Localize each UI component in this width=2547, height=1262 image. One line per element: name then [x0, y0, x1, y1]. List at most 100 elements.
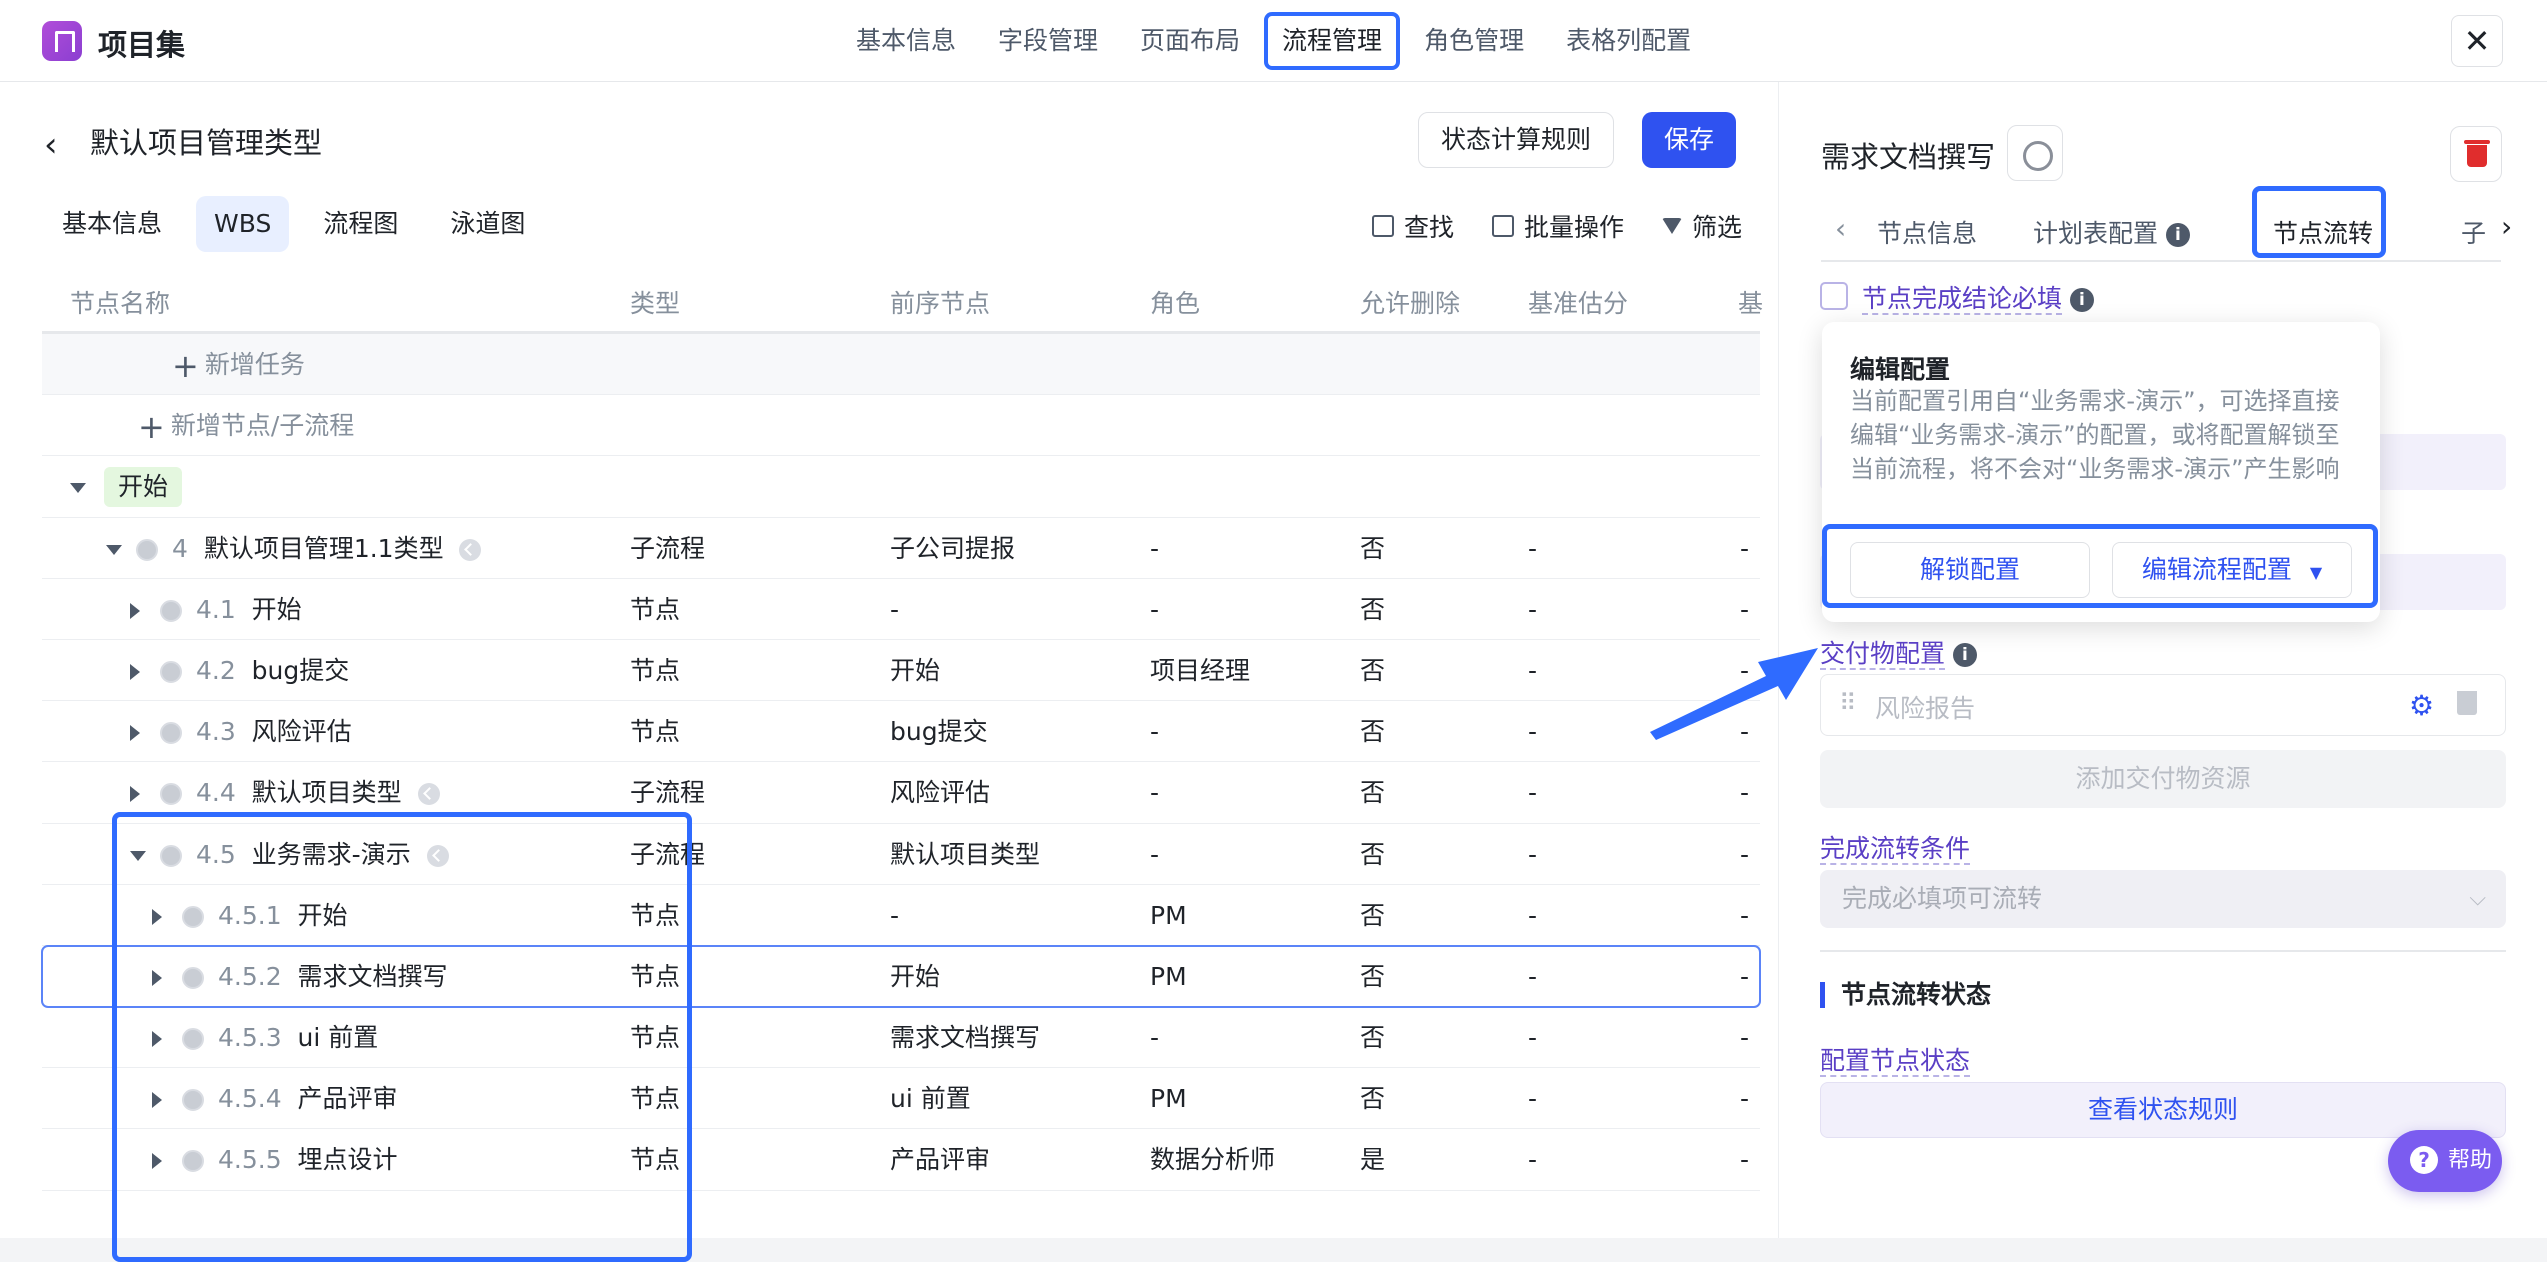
- cell-role: 数据分析师: [1150, 1145, 1276, 1175]
- cell-more: -: [1740, 1023, 1750, 1053]
- find-button[interactable]: 查找: [1371, 208, 1454, 244]
- table-row[interactable]: 4 默认项目管理1.1类型 子流程 子公司提报 - 否 - -: [42, 518, 1760, 579]
- delete-node-icon[interactable]: [2450, 126, 2502, 182]
- subflow-link-icon[interactable]: [459, 538, 482, 561]
- trash-icon[interactable]: [2457, 691, 2477, 715]
- table-row[interactable]: 4.2 bug提交 节点 开始 项目经理否 - -: [42, 640, 1760, 702]
- tab-plan-config[interactable]: 计划表配置 i: [2033, 214, 2190, 250]
- cell-type: 节点: [630, 594, 681, 624]
- close-icon[interactable]: ✕: [2451, 15, 2503, 67]
- node-name[interactable]: bug提交: [252, 656, 350, 685]
- cell-baseline-estimate: -: [1528, 900, 1538, 930]
- gear-icon[interactable]: ⚙: [2409, 689, 2434, 722]
- caret-down-icon[interactable]: [106, 544, 122, 555]
- status-rule-button[interactable]: 状态计算规则: [1418, 112, 1614, 168]
- tab-field-management[interactable]: 字段管理: [980, 12, 1116, 70]
- node-avatar-icon[interactable]: [2007, 125, 2063, 181]
- node-name[interactable]: 默认项目管理1.1类型: [204, 534, 444, 563]
- col-role[interactable]: 角色: [1150, 284, 1200, 320]
- node-number: 4.3: [196, 717, 236, 747]
- col-predecessor[interactable]: 前序节点: [890, 284, 990, 320]
- node-name[interactable]: 默认项目类型: [252, 778, 402, 807]
- subtab-wbs[interactable]: WBS: [196, 196, 290, 252]
- node-name[interactable]: 风险评估: [252, 717, 352, 746]
- drag-handle-icon[interactable]: ⠿: [1839, 689, 1857, 717]
- complete-condition-label[interactable]: 完成流转条件: [1820, 834, 1971, 865]
- tab-page-layout[interactable]: 页面布局: [1122, 12, 1258, 70]
- col-more[interactable]: 基: [1738, 284, 1763, 320]
- cell-allow-delete: 否: [1360, 1084, 1386, 1114]
- col-type[interactable]: 类型: [630, 284, 680, 320]
- cell-type: 节点: [630, 655, 681, 685]
- cell-predecessor: bug提交: [890, 717, 988, 747]
- tab-node-info[interactable]: 节点信息: [1877, 214, 1977, 250]
- node-name[interactable]: 开始: [252, 595, 302, 624]
- tab-table-column-config[interactable]: 表格列配置: [1548, 12, 1709, 70]
- add-deliverable-button[interactable]: 添加交付物资源: [1820, 750, 2506, 808]
- pointer-arrow-icon: [1650, 648, 1818, 740]
- subtab-flowchart[interactable]: 流程图: [305, 196, 416, 252]
- caret-right-icon[interactable]: [130, 725, 140, 742]
- save-button[interactable]: 保存: [1642, 112, 1736, 168]
- node-number: 4.2: [196, 655, 236, 685]
- cell-predecessor: 开始: [890, 961, 941, 991]
- batch-button[interactable]: 批量操作: [1491, 208, 1624, 244]
- section-title-flow-status: 节点流转状态: [1820, 982, 1991, 1008]
- app-logo-icon: [42, 21, 82, 61]
- deliverable-config-label[interactable]: 交付物配置: [1820, 639, 1946, 670]
- tab-role-management[interactable]: 角色管理: [1406, 12, 1542, 70]
- tab-basic-info[interactable]: 基本信息: [838, 12, 974, 70]
- info-icon: i: [2069, 288, 2094, 312]
- status-dot-icon: [136, 538, 158, 561]
- toolbar: 查找 批量操作 筛选: [1371, 208, 1742, 244]
- chevron-down-icon: ⌵: [2469, 886, 2486, 911]
- cell-predecessor: 子公司提报: [890, 533, 1016, 563]
- col-allow-delete[interactable]: 允许删除: [1360, 284, 1460, 320]
- caret-down-icon[interactable]: [70, 483, 86, 494]
- subflow-link-icon[interactable]: [417, 783, 440, 806]
- caret-right-icon[interactable]: [130, 663, 140, 680]
- add-task-row[interactable]: + 新增任务: [42, 334, 1760, 396]
- caret-right-icon[interactable]: [130, 602, 140, 619]
- filter-button[interactable]: 筛选: [1661, 208, 1742, 244]
- status-dot-icon: [160, 599, 182, 622]
- col-baseline-estimate[interactable]: 基准估分: [1528, 284, 1628, 320]
- cell-predecessor: 开始: [890, 655, 941, 685]
- table-row[interactable]: 4.1 开始 节点 - - 否 - -: [42, 579, 1760, 640]
- tab-sub[interactable]: 子: [2461, 214, 2486, 250]
- add-node-row[interactable]: + 新增节点/子流程: [42, 395, 1760, 457]
- cell-allow-delete: 否: [1360, 717, 1386, 747]
- start-tag: 开始: [104, 467, 183, 508]
- detail-tabs: ‹ 节点信息 计划表配置 i 节点流转 子 ›: [1821, 192, 2512, 262]
- config-status-label[interactable]: 配置节点状态: [1820, 1046, 1971, 1077]
- info-icon: i: [1952, 643, 1977, 667]
- tab-flow-management[interactable]: 流程管理: [1264, 12, 1401, 70]
- cell-type: 节点: [630, 717, 681, 747]
- cell-more: -: [1740, 961, 1750, 991]
- cell-more: -: [1740, 839, 1750, 869]
- wbs-panel: ‹ 默认项目管理类型 状态计算规则 保存 基本信息 WBS 流程图 泳道图 查找…: [0, 82, 1778, 1262]
- view-tabs: 基本信息 WBS 流程图 泳道图: [44, 196, 559, 252]
- table-row[interactable]: 4.3 风险评估 节点 bug提交 - 否 - -: [42, 701, 1760, 763]
- cell-predecessor: ui 前置: [890, 1084, 971, 1114]
- condition-select[interactable]: 完成必填项可流转 ⌵: [1820, 870, 2506, 928]
- subtab-swimlane[interactable]: 泳道图: [432, 196, 543, 252]
- cell-allow-delete: 否: [1360, 839, 1386, 869]
- deliverable-item[interactable]: ⠿ 风险报告 ⚙: [1820, 674, 2506, 736]
- cell-allow-delete: 否: [1360, 655, 1386, 685]
- table-row-start[interactable]: 开始: [42, 456, 1760, 518]
- chevron-right-icon[interactable]: ›: [2501, 210, 2512, 243]
- cell-allow-delete: 否: [1360, 900, 1386, 930]
- cell-role: -: [1150, 778, 1160, 808]
- caret-right-icon[interactable]: [130, 786, 140, 803]
- cell-role: -: [1150, 594, 1160, 624]
- chevron-left-icon[interactable]: ‹: [1835, 212, 1846, 245]
- col-node-name[interactable]: 节点名称: [70, 284, 170, 320]
- subtab-basic-info[interactable]: 基本信息: [44, 196, 180, 252]
- completion-required-label[interactable]: 节点完成结论必填: [1862, 284, 2063, 315]
- view-status-rules-button[interactable]: 查看状态规则: [1820, 1082, 2506, 1138]
- completion-required-checkbox[interactable]: [1820, 282, 1848, 310]
- cell-allow-delete: 否: [1360, 961, 1386, 991]
- help-button[interactable]: 帮助: [2388, 1130, 2502, 1192]
- back-arrow-icon[interactable]: ‹: [44, 125, 58, 165]
